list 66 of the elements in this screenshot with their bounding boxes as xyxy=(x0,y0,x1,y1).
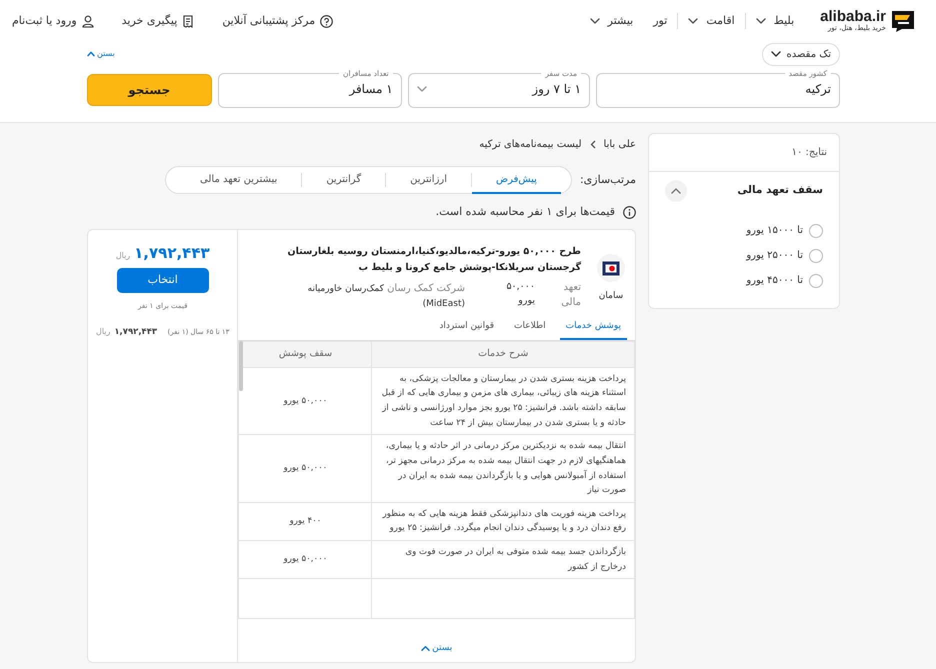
chevron-up-icon xyxy=(421,644,430,654)
price-amount: ۱,۷۹۲,۴۴۳ xyxy=(134,242,210,264)
sort-tab[interactable]: ارزانترین xyxy=(386,166,472,194)
sort-tab[interactable]: پیش‌فرض xyxy=(472,166,561,194)
table-cell: ۵۰,۰۰۰ یورو xyxy=(238,434,372,502)
header-link[interactable]: مرکز پشتیبانی آنلاین xyxy=(222,12,334,30)
chevron-up-icon xyxy=(671,186,681,196)
chevron-down-icon xyxy=(770,49,780,59)
breadcrumb-link[interactable]: علی بابا xyxy=(604,137,636,152)
header-link[interactable]: پیگیری خرید xyxy=(122,12,194,30)
sort-label: مرتب‌سازی: xyxy=(580,172,636,188)
search-button[interactable]: جستجو xyxy=(87,74,212,106)
trip-type-dropdown[interactable]: تک مقصده xyxy=(762,42,840,66)
chevron-down-icon xyxy=(756,16,766,26)
nav-link[interactable]: تور xyxy=(643,12,678,30)
table-cell: ۴۰۰ یورو xyxy=(238,502,372,540)
table-cell: پرداخت هزینه بستری شدن در بیمارستان و معالجات پزشکی، به استثناء هزینه های زیبائی، بیماری های مزمن و بیماری هایی که از قبل سابقه داشته باشد. فرانشیز: ۲۵ یورو بجز موارد اورژانسی و ناشی از حادثه و یا بستری شدن در بیمارستان بیش از ۲۴ ساعت xyxy=(372,367,634,435)
tab[interactable]: اطلاعات xyxy=(508,316,552,340)
currency-label: ریال xyxy=(116,250,130,262)
filter-title: سقف تعهد مالی xyxy=(737,183,823,198)
receipt-icon xyxy=(182,14,194,28)
price-notice: قیمت‌ها برای ۱ نفر محاسبه شده است. xyxy=(436,204,615,220)
plan-title: طرح ۵۰,۰۰۰ یورو-ترکیه،مالدیو،کنیا،ارمنستان روسیه بلغارستان گرجستان سریلانکا-پوشش جامع کرونا و بلیط ب xyxy=(286,244,581,275)
table-cell: پرداخت هزینه فوریت های دندانپزشکی فقط هزینه هایی که به منظور رفع دندان درد و یا پوسیدگی دندان انجام میگردد. فرانشیز: ۲۵ یورو xyxy=(372,502,634,540)
tab[interactable]: قوانین استرداد xyxy=(433,316,500,340)
column-header: سقف پوشش xyxy=(238,341,372,368)
help-icon xyxy=(320,14,334,28)
chevron-down-icon xyxy=(590,16,600,26)
select-button[interactable]: انتخاب xyxy=(116,268,209,293)
currency-label: ریال xyxy=(96,326,110,338)
scrollbar[interactable] xyxy=(239,340,244,391)
commitment-value: ۵۰,۰۰۰ یورو xyxy=(505,280,535,308)
radio-button[interactable] xyxy=(809,274,823,288)
chevron-left-icon xyxy=(590,140,596,149)
chevron-up-icon xyxy=(87,50,95,58)
breakdown-amount: ۱,۷۹۲,۴۴۳ xyxy=(114,326,158,338)
user-icon xyxy=(82,14,94,28)
sort-tab[interactable]: بیشترین تعهد مالی xyxy=(176,166,302,194)
insurer-logo-icon xyxy=(597,254,625,282)
nav-link[interactable]: بلیط xyxy=(744,12,804,30)
sort-tab[interactable]: گرانترین xyxy=(302,166,386,194)
insurer-name: سامان xyxy=(598,290,624,302)
radio-option[interactable]: تا ۱۵۰۰۰ یورو xyxy=(665,218,823,243)
table-cell: بازگرداندن جسد بیمه شده متوفی به ایران در صورت فوت وی درخارج از کشور xyxy=(372,540,634,579)
table-cell: ۵۰,۰۰۰ یورو xyxy=(238,540,372,579)
nav-link[interactable]: اقامت xyxy=(677,12,745,30)
header-link[interactable]: ورود یا ثبت‌نام xyxy=(12,12,94,30)
breadcrumb-link[interactable]: لیست بیمه‌نامه‌های ترکیه xyxy=(479,137,582,152)
nav-link[interactable]: بیشتر xyxy=(580,12,644,30)
radio-button[interactable] xyxy=(809,224,823,238)
logo-text: alibaba.ir xyxy=(820,9,886,24)
chevron-down-icon xyxy=(688,16,698,26)
radio-button[interactable] xyxy=(809,248,823,262)
collapse-link[interactable]: بستن xyxy=(87,48,115,60)
provider-text: شرکت کمک رسان کمک‌رسان خاورمیانه (MidEast) xyxy=(306,282,465,312)
collapse-button[interactable] xyxy=(665,180,687,202)
logo-icon xyxy=(890,9,916,33)
collapse-link[interactable]: بستن xyxy=(421,642,452,656)
commitment-label: تعهد مالی xyxy=(560,280,581,310)
radio-option[interactable]: تا ۴۵۰۰۰ یورو xyxy=(665,268,823,293)
chevron-down-icon xyxy=(416,84,427,94)
column-header: شرح خدمات xyxy=(372,341,634,368)
results-count: نتایج: ۱۰ xyxy=(649,134,839,172)
radio-option[interactable]: تا ۲۵۰۰۰ یورو xyxy=(665,243,823,268)
table-cell: انتقال بیمه شده به نزدیکترین مرکز درمانی در اثر حادثه و یا بیماری، هماهنگیهای لازم در جهت انتقال بیمه شده به مرکز درمانی مجهز تر، استفاده از آمبولانس هوایی و یا بازگرداندن بیمه شده به ایران در صورت نیاز xyxy=(372,434,634,502)
info-icon xyxy=(623,206,636,219)
